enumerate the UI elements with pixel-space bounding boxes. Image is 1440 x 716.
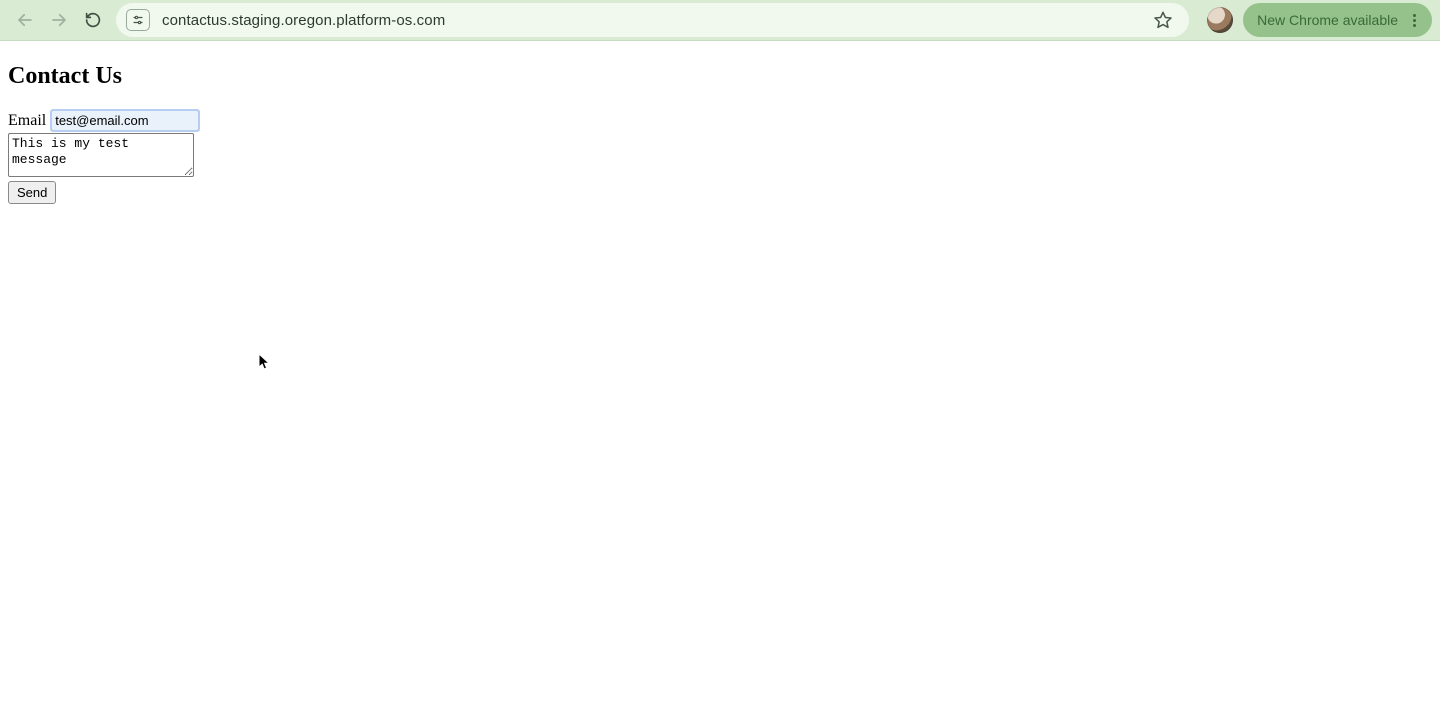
email-label: Email [8,112,46,130]
profile-avatar[interactable] [1207,7,1233,33]
site-info-button[interactable] [126,9,150,31]
star-icon [1153,10,1173,30]
update-label: New Chrome available [1257,12,1398,28]
bookmark-button[interactable] [1151,8,1175,32]
forward-button[interactable] [42,3,76,37]
page-content: Contact Us Email Send [0,41,1440,212]
contact-form: Email Send [8,110,1432,204]
arrow-right-icon [50,11,68,29]
more-vert-icon [1406,14,1422,27]
back-button[interactable] [8,3,42,37]
address-bar-container: contactus.staging.oregon.platform-os.com [116,3,1189,37]
update-chrome-button[interactable]: New Chrome available [1243,3,1432,37]
reload-icon [84,11,102,29]
url-text[interactable]: contactus.staging.oregon.platform-os.com [162,12,1151,29]
email-row: Email [8,110,1432,131]
browser-toolbar: contactus.staging.oregon.platform-os.com… [0,0,1440,41]
reload-button[interactable] [76,3,110,37]
address-bar[interactable]: contactus.staging.oregon.platform-os.com [116,3,1189,37]
page-title: Contact Us [8,63,1432,90]
email-input[interactable] [51,110,199,131]
message-textarea[interactable] [8,133,194,177]
mouse-cursor-icon [258,353,272,371]
send-button[interactable]: Send [8,181,56,204]
tune-icon [132,14,144,26]
arrow-left-icon [16,11,34,29]
